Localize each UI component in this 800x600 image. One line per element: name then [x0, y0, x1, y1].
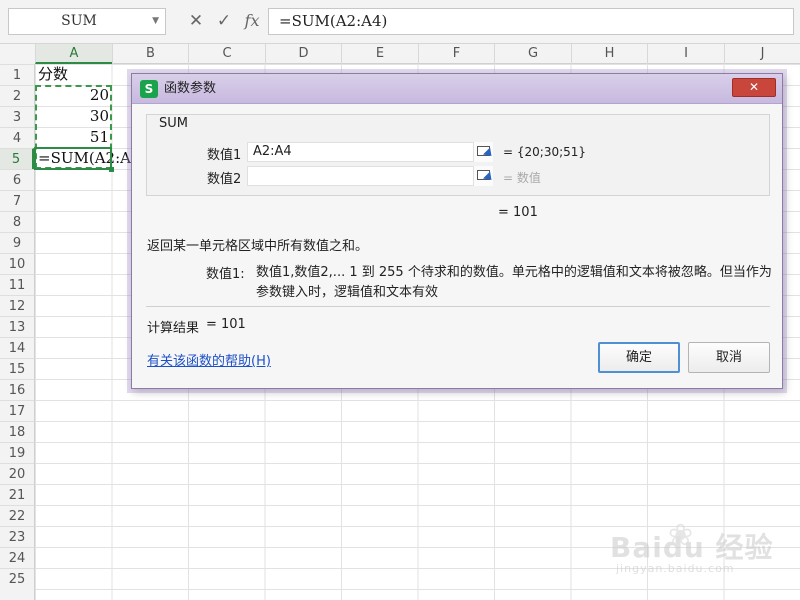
arg2-label: 数值2	[207, 172, 242, 187]
row-header-16[interactable]: 16	[0, 379, 34, 400]
row-header-25[interactable]: 25	[0, 568, 34, 589]
row-header-22[interactable]: 22	[0, 505, 34, 526]
chevron-down-icon[interactable]: ▼	[152, 9, 159, 34]
row-header-2[interactable]: 2	[0, 85, 34, 106]
column-header-g[interactable]: G	[494, 44, 571, 64]
cell-a1[interactable]: 分数	[35, 64, 112, 85]
close-button[interactable]: ✕	[732, 78, 776, 97]
function-total: = 101	[498, 205, 538, 220]
row-header-11[interactable]: 11	[0, 274, 34, 295]
cancel-formula-icon[interactable]: ✕	[186, 9, 206, 33]
watermark-brand: Baidu 经验	[610, 531, 774, 564]
column-header-f[interactable]: F	[418, 44, 494, 64]
row-header-23[interactable]: 23	[0, 526, 34, 547]
row-header-18[interactable]: 18	[0, 421, 34, 442]
row-header-3[interactable]: 3	[0, 106, 34, 127]
fx-icon[interactable]: fx	[242, 9, 262, 33]
row-header-14[interactable]: 14	[0, 337, 34, 358]
param-name: 数值1:	[206, 267, 245, 282]
cancel-button[interactable]: 取消	[688, 342, 770, 373]
column-header-j[interactable]: J	[724, 44, 800, 64]
active-cell-border	[34, 147, 114, 172]
column-header-c[interactable]: C	[188, 44, 265, 64]
row-header-19[interactable]: 19	[0, 442, 34, 463]
row-header-21[interactable]: 21	[0, 484, 34, 505]
function-name: SUM	[159, 116, 188, 131]
watermark-url: jingyan.baidu.com	[616, 562, 735, 575]
baidu-jingyan-watermark: ❀ Baidu 经验 jingyan.baidu.com	[596, 518, 796, 590]
row-header-10[interactable]: 10	[0, 253, 34, 274]
dialog-title: 函数参数	[164, 81, 217, 96]
formula-bar: SUM ▼ ✕ ✓ fx =SUM(A2:A4)	[0, 0, 800, 44]
calc-result-value: 101	[221, 317, 246, 332]
row-header-13[interactable]: 13	[0, 316, 34, 337]
arg1-result: = {20;30;51}	[503, 145, 587, 159]
select-all-corner[interactable]	[0, 44, 35, 64]
column-header-d[interactable]: D	[265, 44, 341, 64]
calc-result-label: 计算结果	[147, 321, 200, 336]
column-header-h[interactable]: H	[571, 44, 647, 64]
row-header-6[interactable]: 6	[0, 169, 34, 190]
column-header-i[interactable]: I	[647, 44, 724, 64]
param-description: 数值1,数值2,... 1 到 255 个待求和的数值。单元格中的逻辑值和文本将…	[256, 265, 772, 300]
arg1-label: 数值1	[207, 148, 242, 163]
column-header-a[interactable]: A	[35, 44, 112, 64]
column-header-e[interactable]: E	[341, 44, 418, 64]
name-box-value: SUM	[61, 13, 97, 29]
dialog-title-bar[interactable]: S 函数参数 ✕	[132, 74, 782, 104]
arg2-result: = 数值	[503, 171, 541, 185]
row-headers: 1 2 3 4 5 6 7 8 9 10 11 12 13 14 15 16 17 18 19 20 21 22 23 24 2…	[0, 64, 35, 600]
row-header-7[interactable]: 7	[0, 190, 34, 211]
column-headers: A B C D E F G H I J	[0, 44, 800, 64]
arguments-group: SUM 数值1 A2:A4 = {20;30;51} 数值2 = 数值	[146, 114, 770, 196]
function-description: 返回某一单元格区域中所有数值之和。	[147, 239, 369, 254]
row-header-17[interactable]: 17	[0, 400, 34, 421]
row-header-8[interactable]: 8	[0, 211, 34, 232]
divider	[146, 306, 770, 307]
range-select-icon[interactable]	[473, 142, 496, 162]
row-header-4[interactable]: 4	[0, 127, 34, 148]
function-help-link[interactable]: 有关该函数的帮助(H)	[147, 350, 271, 369]
calc-result-equals: =	[206, 317, 217, 332]
confirm-formula-icon[interactable]: ✓	[214, 9, 234, 33]
row-header-15[interactable]: 15	[0, 358, 34, 379]
arg2-input[interactable]	[247, 166, 493, 186]
row-header-5[interactable]: 5	[0, 148, 34, 169]
arg1-input[interactable]: A2:A4	[247, 142, 493, 162]
row-header-20[interactable]: 20	[0, 463, 34, 484]
row-header-24[interactable]: 24	[0, 547, 34, 568]
wps-app-icon: S	[140, 80, 158, 98]
column-header-b[interactable]: B	[112, 44, 188, 64]
row-header-9[interactable]: 9	[0, 232, 34, 253]
formula-input[interactable]: =SUM(A2:A4)	[268, 8, 794, 35]
name-box[interactable]: SUM ▼	[8, 8, 166, 35]
range-select-icon[interactable]	[473, 166, 496, 186]
function-arguments-dialog: S 函数参数 ✕ SUM 数值1 A2:A4 = {20;30;51} 数值2 …	[131, 73, 783, 389]
ok-button[interactable]: 确定	[598, 342, 680, 373]
row-header-12[interactable]: 12	[0, 295, 34, 316]
row-header-1[interactable]: 1	[0, 64, 34, 85]
